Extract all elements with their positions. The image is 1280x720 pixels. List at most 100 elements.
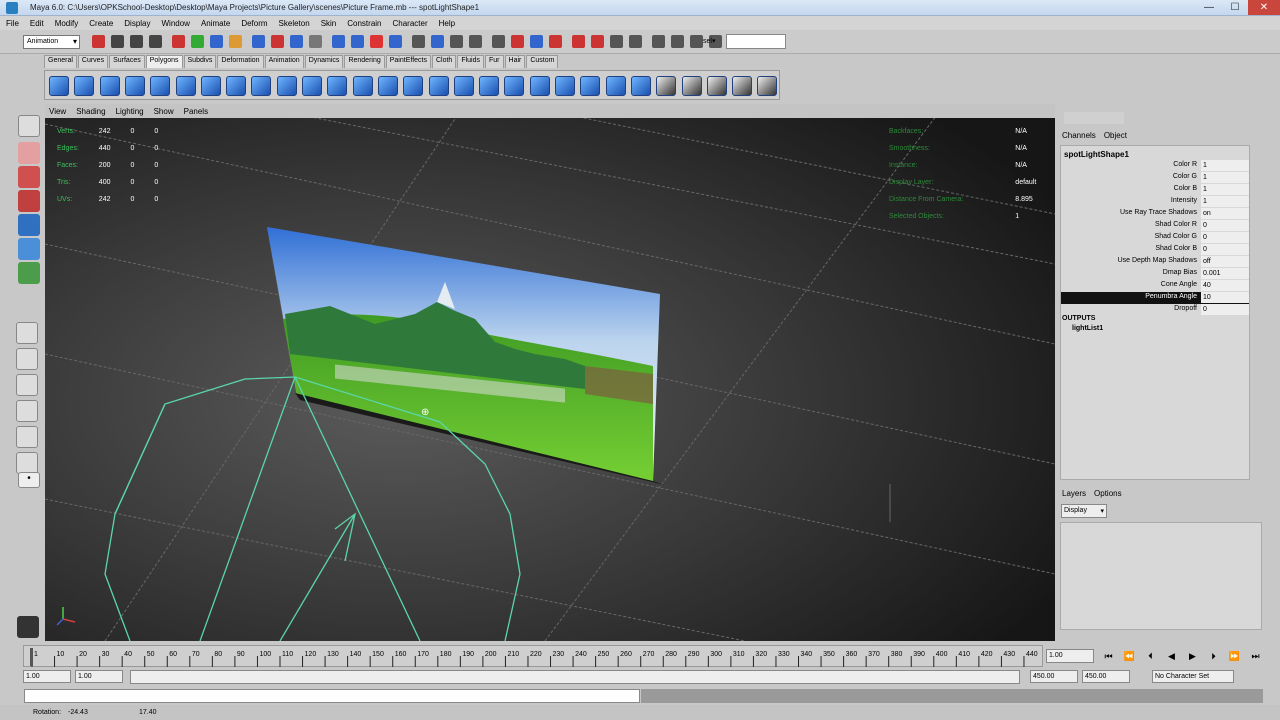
boolean-intersection-icon[interactable] — [403, 76, 424, 96]
extrude-face-icon[interactable] — [453, 76, 474, 96]
shelf-tab-dynamics[interactable]: Dynamics — [304, 55, 344, 68]
step-forward-key-icon[interactable]: ⏩ — [1226, 649, 1243, 663]
character-set-dropdown[interactable]: No Character Set — [1152, 670, 1234, 683]
poly-cylinder-icon[interactable] — [99, 76, 120, 96]
step-back-key-icon[interactable]: ⏪ — [1121, 649, 1138, 663]
channel-value[interactable]: 1 — [1201, 160, 1249, 171]
rotate-tool-icon[interactable] — [18, 190, 40, 212]
shelf-tab-painteffects[interactable]: PaintEffects — [385, 55, 431, 68]
render-globals-icon[interactable] — [351, 35, 364, 48]
layer-list[interactable] — [1060, 522, 1262, 630]
menu-edit[interactable]: Edit — [30, 19, 44, 28]
animation-end-field[interactable]: 450.00 — [1082, 670, 1130, 683]
channel-label[interactable]: Shad Color B — [1155, 245, 1197, 252]
select-tool-icon[interactable] — [18, 115, 40, 137]
wedge-faces-icon[interactable] — [605, 76, 626, 96]
channel-row[interactable]: Shad Color G 0 — [1061, 232, 1249, 244]
mask-icon[interactable] — [549, 35, 562, 48]
display-layer-dropdown[interactable]: Display ▾ — [1061, 504, 1107, 518]
layers-menu[interactable]: Layers — [1062, 489, 1086, 498]
boolean-difference-icon[interactable] — [377, 76, 398, 96]
channel-value[interactable]: 0 — [1201, 232, 1249, 243]
panel-menu-panels[interactable]: Panels — [184, 107, 208, 116]
time-slider[interactable]: 1 10 20 30 40 50 60 70 80 90 100 110 120 130 140 150 160… — [23, 645, 1043, 667]
channel-label[interactable]: Dropoff — [1174, 305, 1197, 312]
command-input[interactable] — [24, 689, 640, 703]
current-time-marker[interactable] — [30, 648, 33, 666]
poly-helix-icon[interactable] — [226, 76, 247, 96]
output-ops-icon[interactable] — [389, 35, 402, 48]
channel-value[interactable]: 1 — [1201, 172, 1249, 183]
step-back-frame-icon[interactable]: ⏴ — [1142, 649, 1159, 663]
surface-icon[interactable] — [610, 35, 623, 48]
channel-value[interactable]: 1 — [1201, 196, 1249, 207]
play-forward-icon[interactable]: ▶ — [1184, 649, 1201, 663]
menu-character[interactable]: Character — [393, 19, 428, 28]
channel-value[interactable]: on — [1201, 208, 1249, 219]
new-scene-icon[interactable] — [92, 35, 105, 48]
shelf-tab-subdivs[interactable]: Subdivs — [183, 55, 217, 68]
panel-menu-show[interactable]: Show — [154, 107, 174, 116]
joint-icon[interactable] — [572, 35, 585, 48]
shelf-tab-curves[interactable]: Curves — [77, 55, 109, 68]
menu-file[interactable]: File — [6, 19, 19, 28]
camera-icon[interactable] — [652, 35, 665, 48]
merge-vertices-icon[interactable] — [555, 76, 575, 96]
menu-display[interactable]: Display — [124, 19, 150, 28]
poke-faces-icon[interactable] — [630, 76, 651, 96]
channel-row[interactable]: Shad Color R 0 — [1061, 220, 1249, 232]
shelf-tab-fluids[interactable]: Fluids — [457, 55, 485, 68]
history-icon[interactable] — [290, 35, 303, 48]
select-object-icon[interactable] — [172, 35, 185, 48]
four-view-layout-icon[interactable] — [16, 348, 38, 370]
shelf-tab-deformation[interactable]: Deformation — [217, 55, 264, 68]
menu-constrain[interactable]: Constrain — [347, 19, 381, 28]
channel-value[interactable]: 1 — [1201, 184, 1249, 195]
hypershade-icon[interactable] — [431, 35, 444, 48]
input-ops-icon[interactable] — [370, 35, 383, 48]
paint-icon[interactable] — [469, 35, 482, 48]
maximize-button[interactable]: ☐ — [1222, 0, 1248, 15]
save-scene-icon[interactable] — [130, 35, 143, 48]
go-to-start-icon[interactable]: ⏮ — [1100, 649, 1117, 663]
dynamics-icon[interactable] — [690, 35, 703, 48]
selection-input[interactable] — [726, 34, 786, 49]
menu-animate[interactable]: Animate — [201, 19, 230, 28]
curve-icon[interactable] — [591, 35, 604, 48]
panel-menu-view[interactable]: View — [49, 107, 66, 116]
shelf-tab-custom[interactable]: Custom — [526, 55, 559, 68]
poly-pipe-icon[interactable] — [200, 76, 221, 96]
extrude-edge-icon[interactable] — [479, 76, 500, 96]
minimize-button[interactable]: — — [1196, 0, 1222, 15]
channel-label[interactable]: Color B — [1174, 185, 1197, 192]
channel-label[interactable]: Use Ray Trace Shadows — [1120, 209, 1197, 216]
panel-menu-lighting[interactable]: Lighting — [116, 107, 144, 116]
menu-help[interactable]: Help — [439, 19, 455, 28]
step-forward-frame-icon[interactable]: ⏵ — [1205, 649, 1222, 663]
shelf-tab-cloth[interactable]: Cloth — [431, 55, 457, 68]
options-menu[interactable]: Options — [1094, 489, 1122, 498]
uv-editor-icon[interactable] — [757, 76, 778, 96]
poly-cube-icon[interactable] — [74, 76, 95, 96]
scale-tool-icon[interactable] — [18, 214, 40, 236]
separate-icon[interactable] — [276, 76, 297, 96]
channel-row[interactable]: Penumbra Angle 10 — [1061, 292, 1249, 304]
single-perspective-layout-icon[interactable] — [16, 322, 38, 344]
channel-value[interactable]: 0 — [1201, 244, 1249, 255]
script-editor-icon[interactable] — [17, 616, 39, 638]
channel-label[interactable]: Intensity — [1171, 197, 1197, 204]
extract-icon[interactable] — [302, 76, 322, 96]
shelf-tab-polygons[interactable]: Polygons — [145, 55, 183, 68]
play-backward-icon[interactable]: ◀ — [1163, 649, 1180, 663]
smooth-icon[interactable] — [327, 76, 348, 96]
construction-history-icon[interactable] — [412, 35, 425, 48]
channel-label[interactable]: Use Depth Map Shadows — [1118, 257, 1197, 264]
menu-window[interactable]: Window — [162, 19, 190, 28]
shelf-tab-general[interactable]: General — [44, 55, 77, 68]
channel-value[interactable]: 0 — [1201, 304, 1249, 315]
lock-icon[interactable] — [629, 35, 642, 48]
menu-modify[interactable]: Modify — [55, 19, 79, 28]
custom-layout-icon[interactable] — [16, 452, 38, 474]
channel-row[interactable]: Use Ray Trace Shadows on — [1061, 208, 1249, 220]
snap-point-icon[interactable] — [252, 35, 265, 48]
